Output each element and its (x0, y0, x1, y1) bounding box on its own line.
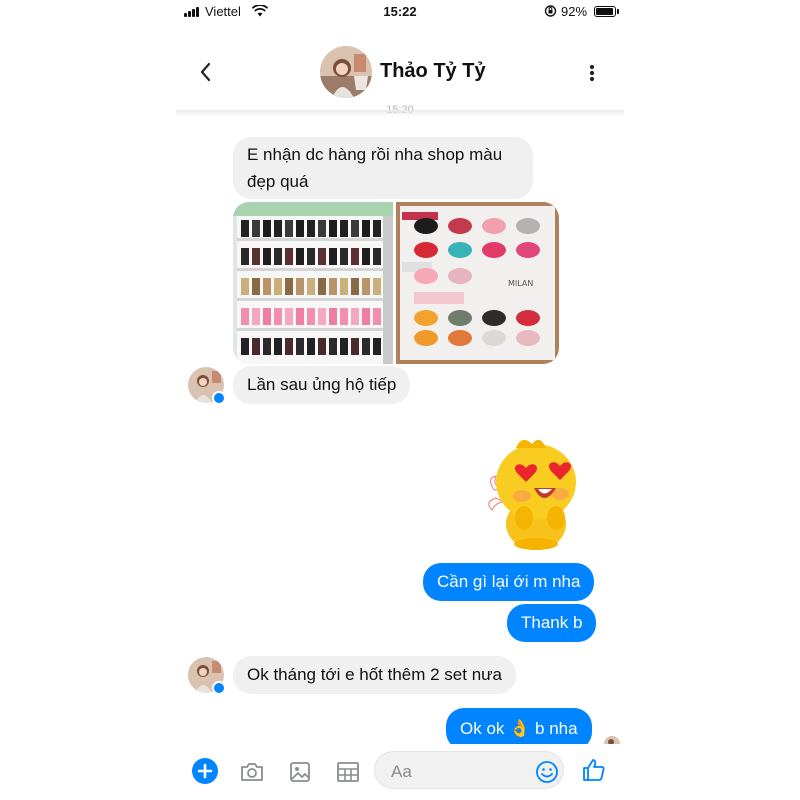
messenger-badge-icon (212, 391, 226, 405)
message-bubble-outgoing[interactable]: Cần gì lại ới m nha (423, 563, 595, 601)
orientation-lock-icon (544, 5, 557, 17)
contact-avatar[interactable] (320, 46, 372, 98)
battery-tip (617, 9, 619, 14)
status-bar: Viettel 15:22 92% (176, 0, 624, 24)
emoji-icon[interactable] (535, 760, 559, 784)
camera-icon[interactable] (238, 758, 266, 786)
message-text: Ok tháng tới e hốt thêm 2 set nưa (247, 665, 502, 684)
message-bubble-incoming[interactable]: E nhận dc hàng rồi nha shop màu đẹp quá (233, 137, 533, 199)
messenger-badge-icon (212, 681, 226, 695)
message-text: Cần gì lại ới m nha (437, 572, 581, 591)
photo-icon[interactable] (286, 758, 314, 786)
battery-percent: 92% (561, 4, 588, 19)
contact-name[interactable]: Thảo Tỷ Tỷ (380, 60, 486, 83)
heart-eyes-chick-sticker[interactable] (486, 432, 596, 552)
battery-icon (594, 6, 616, 17)
svg-text:MILAN: MILAN (508, 279, 533, 288)
input-placeholder: Aa (391, 762, 412, 781)
message-text: E nhận dc hàng rồi nha shop màu đẹp quá (247, 145, 503, 191)
message-text: Thank b (521, 613, 583, 632)
message-bubble-incoming[interactable]: Lần sau ủng hộ tiếp (233, 366, 411, 404)
header-divider (176, 110, 624, 116)
message-input[interactable]: Aa (374, 751, 564, 789)
thumbs-up-icon[interactable] (580, 756, 608, 784)
nail-polish-shelf-photo[interactable] (233, 202, 393, 364)
nail-color-chart-photo[interactable]: MILAN (396, 202, 559, 364)
chevron-left-icon[interactable] (198, 60, 214, 84)
message-text: Lần sau ủng hộ tiếp (247, 375, 397, 394)
message-bubble-incoming[interactable]: Ok tháng tới e hốt thêm 2 set nưa (233, 656, 516, 694)
sticker-icon[interactable] (334, 758, 362, 786)
plus-icon[interactable] (192, 758, 218, 784)
message-text: Ok ok 👌 b nha (460, 719, 578, 738)
conversation-header: Thảo Tỷ Tỷ (176, 24, 624, 110)
message-composer: Aa (176, 744, 624, 800)
message-bubble-outgoing[interactable]: Thank b (507, 604, 597, 642)
vertical-dots-icon[interactable] (582, 62, 602, 84)
messenger-chat-screen: Viettel 15:22 92% Thảo Tỷ Tỷ E nhận dc h… (176, 0, 624, 800)
photo-attachment[interactable]: MILAN (233, 202, 559, 364)
battery-level (596, 8, 613, 15)
